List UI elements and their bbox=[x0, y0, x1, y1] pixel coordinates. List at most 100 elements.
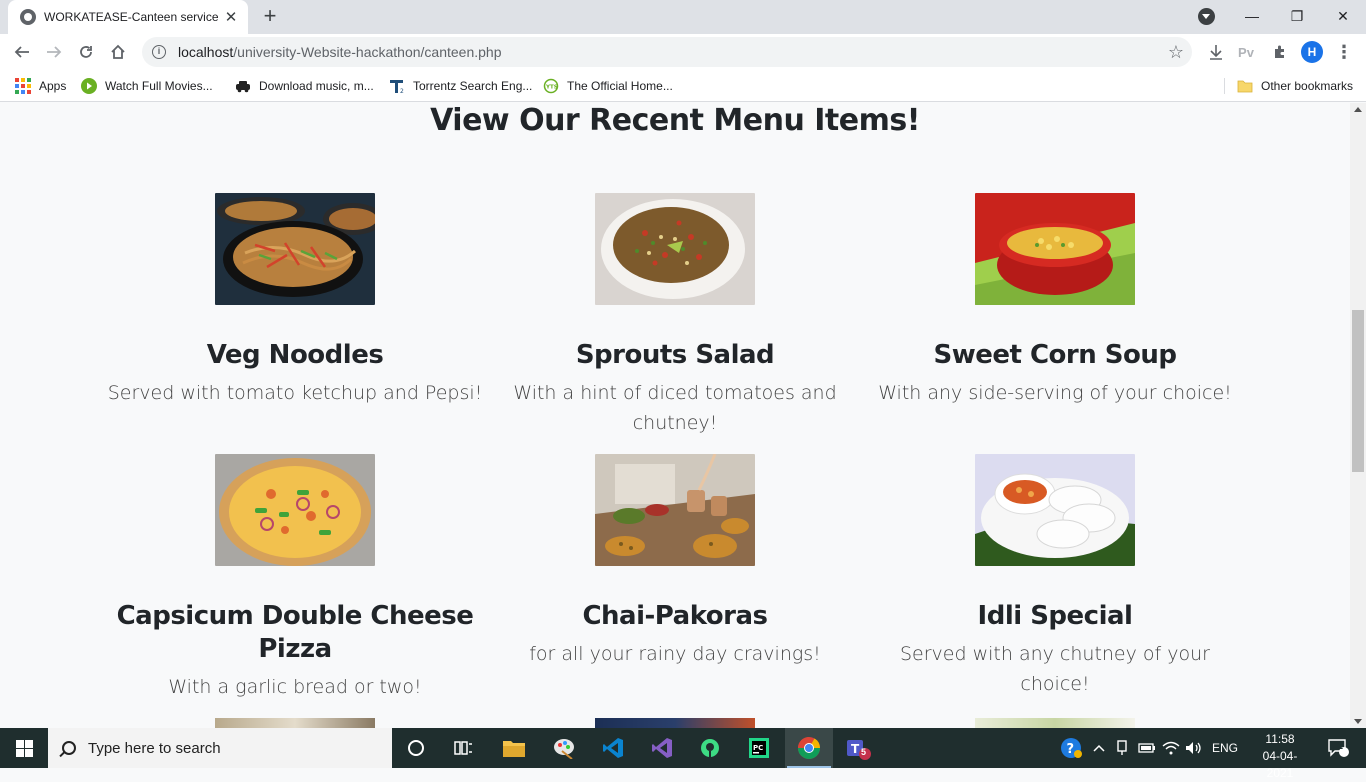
tab-close-icon[interactable]: ✕ bbox=[222, 8, 240, 26]
minimize-button[interactable]: — bbox=[1229, 0, 1275, 32]
maps-app-button[interactable] bbox=[686, 728, 734, 768]
android-studio-icon bbox=[701, 739, 719, 757]
svg-text:PC: PC bbox=[753, 744, 763, 752]
home-icon bbox=[111, 44, 125, 59]
bookmark-star-icon[interactable]: ☆ bbox=[1168, 42, 1184, 63]
cortana-circle-icon bbox=[408, 740, 424, 756]
pycharm-button[interactable]: PC bbox=[735, 728, 783, 768]
tab-search-icon[interactable] bbox=[1198, 8, 1215, 25]
bookmark-watch-movies[interactable]: Watch Full Movies... bbox=[81, 76, 213, 96]
teams-button[interactable]: T 5 bbox=[834, 728, 882, 768]
search-icon bbox=[62, 741, 76, 755]
new-tab-button[interactable]: + bbox=[258, 5, 282, 29]
menu-card-veg-noodles: Veg Noodles Served with tomato ketchup a… bbox=[105, 193, 485, 408]
scroll-down-arrow-icon[interactable] bbox=[1354, 719, 1362, 724]
bookmark-torrentz[interactable]: 2 Torrentz Search Eng... bbox=[389, 76, 532, 96]
more-menu-icon[interactable]: ⋮ bbox=[1334, 42, 1354, 62]
bookmark-label: Apps bbox=[39, 79, 67, 93]
back-arrow-icon bbox=[14, 46, 29, 58]
folder-icon bbox=[1237, 80, 1253, 93]
home-button[interactable] bbox=[105, 39, 131, 65]
site-info-icon[interactable]: i bbox=[152, 45, 166, 59]
torrentz-icon: 2 bbox=[390, 80, 404, 94]
bookmarks-bar: Apps Watch Full Movies... Download music… bbox=[0, 70, 1366, 102]
menu-card-sprouts-salad: Sprouts Salad With a hint of diced tomat… bbox=[485, 193, 865, 438]
task-view-button[interactable] bbox=[440, 728, 488, 768]
page-scrollbar[interactable] bbox=[1350, 103, 1366, 728]
download-icon[interactable] bbox=[1206, 42, 1226, 62]
capsicum-pizza-image bbox=[215, 454, 375, 566]
teams-badge: 5 bbox=[861, 747, 867, 757]
visual-studio-button[interactable] bbox=[638, 728, 686, 768]
language-indicator[interactable]: ENG bbox=[1207, 728, 1243, 768]
vscode-button[interactable] bbox=[589, 728, 637, 768]
svg-text:2: 2 bbox=[400, 88, 404, 94]
chai-pakoras-image bbox=[595, 454, 755, 566]
bookmark-label: The Official Home... bbox=[567, 79, 673, 93]
menu-card-chai-pakoras: Chai-Pakoras for all your rainy day crav… bbox=[485, 454, 865, 669]
url-path: /university-Website-hackathon/canteen.ph… bbox=[233, 44, 502, 60]
paint-app-button[interactable] bbox=[540, 728, 588, 768]
reload-icon bbox=[80, 46, 92, 58]
forward-arrow-icon bbox=[47, 46, 62, 58]
item-description: With a garlic bread or two! bbox=[168, 676, 422, 698]
svg-text:T: T bbox=[851, 742, 860, 756]
cortana-button[interactable] bbox=[392, 728, 440, 768]
menu-card-idli-special: Idli Special Served with any chutney of … bbox=[865, 454, 1245, 699]
url-host: localhost bbox=[178, 44, 234, 60]
restore-button[interactable]: ❐ bbox=[1274, 0, 1320, 32]
taskbar-search[interactable]: Type here to search bbox=[48, 728, 392, 768]
address-bar[interactable]: i localhost/university-Website-hackathon… bbox=[142, 37, 1192, 67]
browser-tab[interactable]: WORKATEASE-Canteen service ✕ bbox=[8, 0, 248, 34]
globe-icon bbox=[20, 9, 36, 25]
system-clock[interactable]: 11:58 04-04-2021 bbox=[1252, 731, 1308, 782]
scroll-up-arrow-icon[interactable] bbox=[1354, 107, 1362, 112]
window-close-button[interactable]: ✕ bbox=[1320, 0, 1366, 32]
item-description: for all your rainy day cravings! bbox=[529, 643, 821, 665]
item-name: Capsicum Double Cheese Pizza bbox=[116, 601, 474, 664]
profile-avatar[interactable]: H bbox=[1301, 41, 1323, 63]
extensions-puzzle-icon[interactable] bbox=[1270, 42, 1290, 62]
reload-button[interactable] bbox=[73, 39, 99, 65]
scrollbar-thumb[interactable] bbox=[1352, 310, 1364, 472]
yts-icon: YTS bbox=[543, 78, 559, 94]
bookmark-label: Download music, m... bbox=[259, 79, 374, 93]
pycharm-icon: PC bbox=[749, 738, 769, 758]
bookmark-official-home[interactable]: YTS The Official Home... bbox=[543, 76, 673, 96]
paint-palette-icon bbox=[554, 739, 574, 759]
battery-icon[interactable] bbox=[1136, 728, 1158, 768]
volume-icon[interactable] bbox=[1183, 728, 1205, 768]
vscode-icon bbox=[603, 738, 623, 758]
back-button[interactable] bbox=[9, 39, 35, 65]
task-view-icon bbox=[454, 741, 472, 755]
teams-icon: T bbox=[847, 740, 871, 760]
item-name: Chai-Pakoras bbox=[582, 601, 768, 631]
bookmark-label: Watch Full Movies... bbox=[105, 79, 213, 93]
clock-time: 11:58 bbox=[1265, 732, 1295, 746]
item-name: Sprouts Salad bbox=[575, 340, 775, 370]
car-icon bbox=[236, 81, 250, 93]
visual-studio-icon bbox=[652, 738, 672, 758]
forward-button[interactable] bbox=[41, 39, 67, 65]
show-hidden-icons-chevron-icon[interactable] bbox=[1090, 728, 1108, 768]
usb-device-icon[interactable] bbox=[1112, 728, 1132, 768]
svg-text:?: ? bbox=[1067, 742, 1075, 757]
play-icon bbox=[81, 78, 97, 94]
search-placeholder: Type here to search bbox=[88, 739, 221, 757]
file-explorer-button[interactable] bbox=[490, 728, 538, 768]
start-button[interactable] bbox=[0, 728, 48, 768]
other-bookmarks-label: Other bookmarks bbox=[1261, 79, 1354, 93]
item-description: Served with any chutney of your choice! bbox=[900, 643, 1210, 695]
extension-pv-icon[interactable]: Pv bbox=[1236, 42, 1256, 62]
notification-count: 2 bbox=[1338, 741, 1344, 751]
browser-toolbar: i localhost/university-Website-hackathon… bbox=[0, 34, 1366, 70]
help-icon[interactable]: ? bbox=[1058, 728, 1084, 768]
menu-card-sweet-corn-soup: Sweet Corn Soup With any side-serving of… bbox=[865, 193, 1245, 408]
bookmark-download-music[interactable]: Download music, m... bbox=[235, 76, 374, 96]
wifi-icon[interactable] bbox=[1160, 728, 1182, 768]
other-bookmarks[interactable]: Other bookmarks bbox=[1237, 76, 1353, 96]
notification-center-icon[interactable]: 2 bbox=[1318, 728, 1358, 768]
bookmark-apps[interactable]: Apps bbox=[15, 76, 66, 96]
menu-card-capsicum-pizza: Capsicum Double Cheese Pizza With a garl… bbox=[105, 454, 485, 702]
chrome-button[interactable] bbox=[785, 728, 833, 768]
